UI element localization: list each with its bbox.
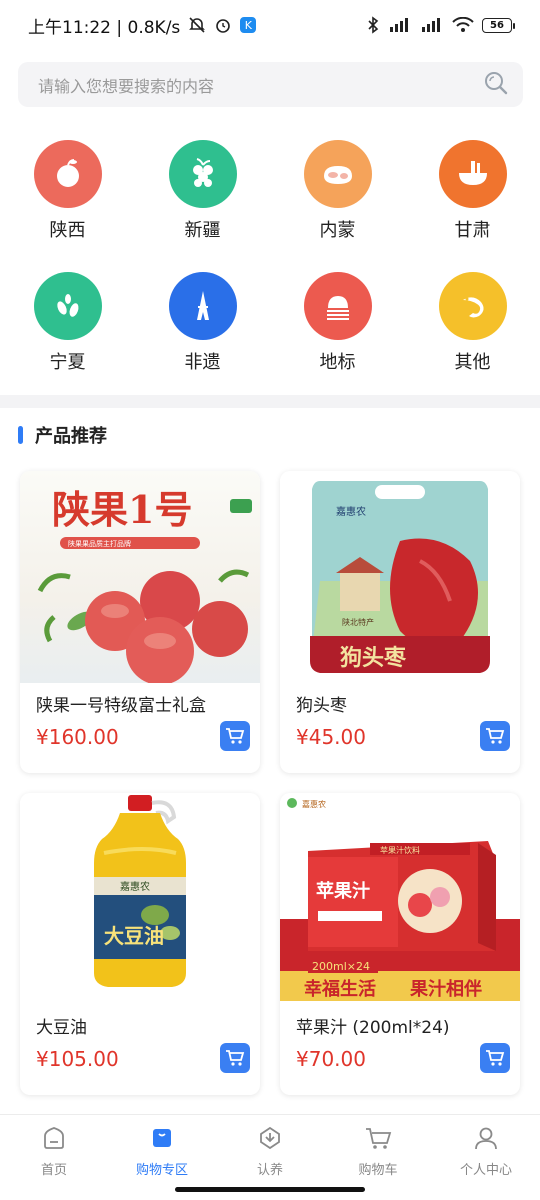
tab-label: 个人中心 xyxy=(459,1163,512,1178)
product-image-title: 陕果1号 xyxy=(52,487,192,532)
battery-icon: 56 xyxy=(482,17,515,33)
category-feiyi[interactable]: 非遗 xyxy=(135,272,270,384)
shopping-bag-icon xyxy=(147,1123,177,1153)
cart-icon xyxy=(486,1050,505,1066)
user-icon xyxy=(471,1123,501,1153)
landmark-icon xyxy=(303,272,372,340)
product-card[interactable]: 陕果1号 陕果果品质主打品牌 陕果一号特级富士礼盒 ¥160.00 xyxy=(20,471,260,773)
mute-bell-icon xyxy=(188,16,206,34)
product-image-sub2: 陕果果品质主打品牌 xyxy=(68,539,131,548)
product-name[interactable]: 大豆油 xyxy=(36,1013,87,1038)
tab-label: 购物车 xyxy=(358,1163,398,1178)
noodle-bowl-icon xyxy=(438,140,507,208)
product-image-brand: 嘉惠农 xyxy=(336,505,366,518)
cart-icon xyxy=(363,1123,393,1153)
section-header: 产品推荐 xyxy=(18,422,107,448)
product-image-title: 大豆油 xyxy=(104,924,164,948)
tab-label: 首页 xyxy=(40,1163,67,1178)
section-accent-bar xyxy=(18,426,23,444)
shrimp-icon xyxy=(438,272,507,340)
home-indicator[interactable] xyxy=(175,1187,365,1192)
product-name[interactable]: 陕果一号特级富士礼盒 xyxy=(36,691,206,716)
product-image-sub: 陕北特产 xyxy=(342,617,374,627)
cart-icon xyxy=(226,728,245,744)
product-price: ¥160.00 xyxy=(36,725,119,749)
search-input[interactable]: 请输入您想要搜索的内容 xyxy=(38,73,214,97)
product-card[interactable]: 狗头枣 嘉惠农 陕北特产 狗头枣 ¥45.00 xyxy=(280,471,520,773)
wifi-icon xyxy=(452,17,474,33)
category-label: 新疆 xyxy=(184,220,221,241)
app-notification-icon: K xyxy=(240,17,257,33)
tab-label: 购物专区 xyxy=(135,1163,188,1178)
product-image-banner-left: 幸福生活 xyxy=(304,978,376,1000)
section-divider xyxy=(0,395,540,408)
signal-icon xyxy=(388,17,412,33)
category-dibiao[interactable]: 地标 xyxy=(270,272,405,384)
tab-label: 认养 xyxy=(256,1163,283,1178)
product-card[interactable]: 嘉惠农 苹果汁饮料 苹果汁 200ml×24 幸福生活 果汁相伴 苹果汁 (20… xyxy=(280,793,520,1095)
alarm-icon xyxy=(214,16,232,34)
apple-icon xyxy=(33,140,102,208)
add-to-cart-button[interactable] xyxy=(220,721,250,751)
category-grid: 陕西 新疆 内蒙 甘肃 宁夏 非遗 地标 其他 xyxy=(0,140,540,384)
product-price: ¥45.00 xyxy=(296,725,366,749)
category-label: 陕西 xyxy=(49,220,86,241)
product-price: ¥105.00 xyxy=(36,1047,119,1071)
product-image-banner-right: 果汁相伴 xyxy=(409,978,482,1000)
cart-icon xyxy=(226,1050,245,1066)
goji-icon xyxy=(33,272,102,340)
product-grid: 陕果1号 陕果果品质主打品牌 陕果一号特级富士礼盒 ¥160.00 狗头枣 嘉惠… xyxy=(20,471,520,1095)
bluetooth-icon xyxy=(366,16,380,34)
search-bar[interactable]: 请输入您想要搜索的内容 xyxy=(18,62,523,107)
product-image-jujube[interactable]: 狗头枣 嘉惠农 陕北特产 xyxy=(280,471,520,683)
category-xinjiang[interactable]: 新疆 xyxy=(135,140,270,252)
tab-home[interactable]: 首页 xyxy=(0,1115,108,1200)
category-neimeng[interactable]: 内蒙 xyxy=(270,140,405,252)
product-image-title: 狗头枣 xyxy=(340,646,407,671)
tab-profile[interactable]: 个人中心 xyxy=(432,1115,540,1200)
meat-icon xyxy=(303,140,372,208)
category-label: 地标 xyxy=(319,352,356,373)
signal-icon-2 xyxy=(420,17,444,33)
category-label: 非遗 xyxy=(184,352,221,373)
category-label: 其他 xyxy=(454,352,491,373)
product-image-spec: 200ml×24 xyxy=(312,960,370,973)
home-icon xyxy=(39,1123,69,1153)
product-card[interactable]: 嘉惠农 大豆油 大豆油 ¥105.00 xyxy=(20,793,260,1095)
product-image-soybean-oil[interactable]: 嘉惠农 大豆油 xyxy=(20,793,260,1005)
search-icon[interactable] xyxy=(483,70,509,100)
product-name[interactable]: 狗头枣 xyxy=(296,691,347,716)
category-label: 甘肃 xyxy=(454,220,491,241)
category-label: 宁夏 xyxy=(49,352,86,373)
status-time-network: 上午11:22 | 0.8K/s xyxy=(28,17,181,38)
add-to-cart-button[interactable] xyxy=(480,721,510,751)
product-image-apple-juice[interactable]: 嘉惠农 苹果汁饮料 苹果汁 200ml×24 幸福生活 果汁相伴 xyxy=(280,793,520,1005)
status-bar: 上午11:22 | 0.8K/s K 56 xyxy=(0,0,540,50)
product-name[interactable]: 苹果汁 (200ml*24) xyxy=(296,1013,450,1038)
status-right: 56 xyxy=(366,16,515,34)
cart-icon xyxy=(486,728,505,744)
tower-icon xyxy=(168,272,237,340)
section-title: 产品推荐 xyxy=(35,426,107,447)
product-image-brand: 嘉惠农 xyxy=(120,880,150,893)
product-image-box-top: 苹果汁饮料 xyxy=(380,845,420,855)
product-image-brand: 嘉惠农 xyxy=(302,799,326,809)
category-shaanxi[interactable]: 陕西 xyxy=(0,140,135,252)
add-to-cart-button[interactable] xyxy=(220,1043,250,1073)
adopt-icon xyxy=(255,1123,285,1153)
grapes-icon xyxy=(168,140,237,208)
add-to-cart-button[interactable] xyxy=(480,1043,510,1073)
category-ningxia[interactable]: 宁夏 xyxy=(0,272,135,384)
category-gansu[interactable]: 甘肃 xyxy=(405,140,540,252)
category-other[interactable]: 其他 xyxy=(405,272,540,384)
product-image-apples[interactable]: 陕果1号 陕果果品质主打品牌 xyxy=(20,471,260,683)
product-price: ¥70.00 xyxy=(296,1047,366,1071)
product-image-title: 苹果汁 xyxy=(316,880,370,902)
status-left: 上午11:22 | 0.8K/s K xyxy=(28,13,257,38)
category-label: 内蒙 xyxy=(319,220,356,241)
